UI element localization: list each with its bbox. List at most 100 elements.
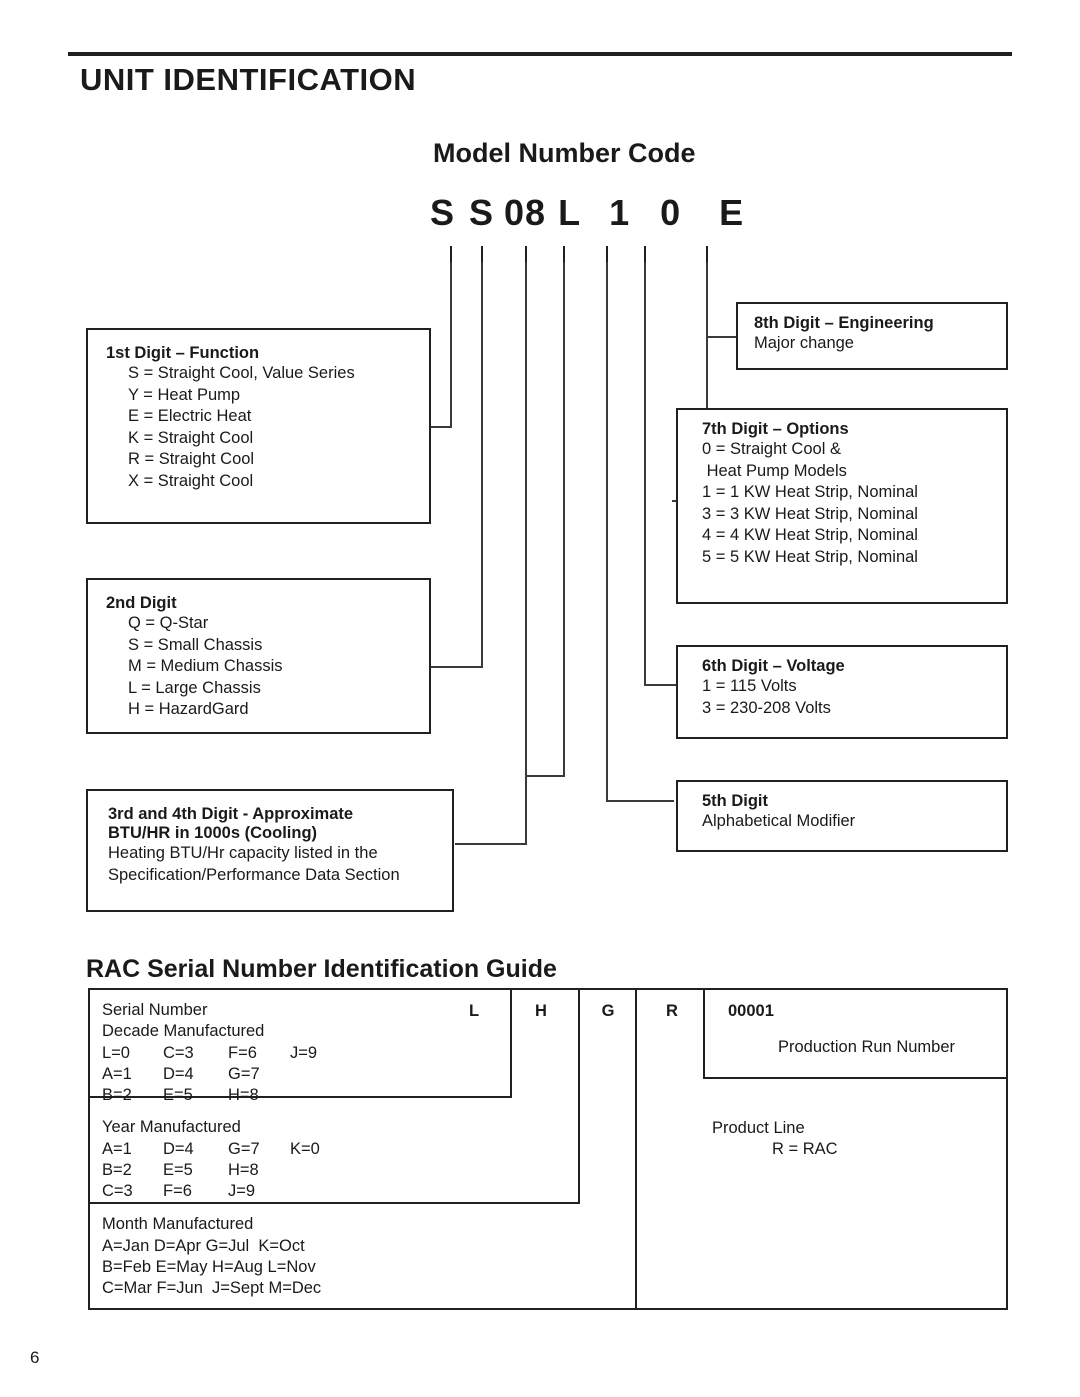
callout-2nd-digit-line-1: Q = Q-Star — [128, 614, 209, 632]
callout-3rd-4th-digit-line-2: Specification/Performance Data Section — [108, 865, 400, 884]
leader-line-digit3-horizontal — [455, 843, 527, 845]
serial-month-row-3: C=Mar F=Jun J=Sept M=Dec — [102, 1279, 322, 1297]
callout-2nd-digit-line-2: S = Small Chassis — [128, 635, 263, 654]
model-code-char-2: S — [469, 192, 495, 233]
serial-year-row-3-col-2: F=6 — [163, 1182, 192, 1200]
callout-5th-digit-line-1: Alphabetical Modifier — [702, 812, 856, 830]
serial-year-row-3-col-1: C=3 — [102, 1182, 133, 1200]
leader-line-digit8-horizontal — [706, 336, 736, 338]
serial-char-H: H — [535, 1002, 547, 1020]
leader-line-digit3-vertical — [525, 262, 527, 845]
serial-run-number: 00001 — [728, 1002, 774, 1020]
callout-1st-digit-line-1: S = Straight Cool, Value Series — [128, 364, 355, 382]
page-title: UNIT IDENTIFICATION — [80, 62, 417, 97]
code-tick-4 — [563, 246, 565, 262]
serial-decade-row-1-col-1: L=0 — [102, 1044, 130, 1062]
page-number: 6 — [30, 1348, 40, 1367]
serial-product-line-label: Product Line — [712, 1119, 805, 1137]
model-number-code-value: S S 08 L 1 0 E — [430, 192, 744, 234]
serial-year-row-1-col-1: A=1 — [102, 1140, 132, 1158]
serial-month-row-1: A=Jan D=Apr G=Jul K=Oct — [102, 1237, 305, 1255]
callout-7th-digit-heading: 7th Digit – Options — [702, 420, 849, 438]
callout-5th-digit: 5th Digit Alphabetical Modifier — [676, 780, 1008, 852]
serial-year-row-2-col-2: E=5 — [163, 1161, 193, 1179]
callout-1st-digit: 1st Digit – Function S = Straight Cool, … — [86, 328, 431, 524]
leader-line-digit1-horizontal — [429, 426, 452, 428]
code-tick-3 — [525, 246, 527, 262]
code-tick-6 — [644, 246, 646, 262]
callout-1st-digit-line-2: Y = Heat Pump — [128, 385, 241, 404]
serial-month-title: Month Manufactured — [102, 1215, 254, 1233]
model-code-char-7: E — [719, 192, 745, 233]
leader-line-digit1-vertical — [450, 262, 452, 428]
leader-line-digit2-vertical — [481, 262, 483, 668]
model-code-char-6: 0 — [660, 192, 682, 233]
callout-2nd-digit: 2nd Digit Q = Q-Star S = Small Chassis M… — [86, 578, 431, 734]
callout-7th-digit-line-3: 1 = 1 KW Heat Strip, Nominal — [702, 483, 918, 502]
callout-3rd-4th-digit: 3rd and 4th Digit - Approximate BTU/HR i… — [86, 789, 454, 912]
callout-7th-digit-line-6: 5 = 5 KW Heat Strip, Nominal — [702, 548, 918, 567]
serial-decade-row-2-col-1: A=1 — [102, 1065, 132, 1083]
callout-2nd-digit-line-3: M = Medium Chassis — [128, 657, 283, 676]
callout-6th-digit-heading: 6th Digit – Voltage — [702, 657, 845, 675]
serial-decade-row-2-col-2: D=4 — [163, 1065, 194, 1083]
model-code-char-4: L — [558, 192, 582, 233]
code-tick-5 — [606, 246, 608, 262]
serial-char-G: G — [601, 1002, 615, 1020]
callout-3rd-4th-digit-heading-line-2: BTU/HR in 1000s (Cooling) — [108, 824, 318, 842]
serial-decade-row-3-col-2: E=5 — [163, 1086, 193, 1104]
model-number-code-title: Model Number Code — [433, 138, 696, 168]
serial-year-row-2-col-1: B=2 — [102, 1161, 132, 1179]
serial-product-line-value: R = RAC — [772, 1140, 838, 1158]
callout-2nd-digit-heading: 2nd Digit — [106, 594, 177, 612]
callout-6th-digit: 6th Digit – Voltage 1 = 115 Volts 3 = 23… — [676, 645, 1008, 739]
callout-8th-digit-heading: 8th Digit – Engineering — [754, 314, 934, 332]
code-tick-2 — [481, 246, 483, 262]
callout-6th-digit-line-2: 3 = 230-208 Volts — [702, 698, 831, 717]
rac-serial-title: RAC Serial Number Identification Guide — [86, 955, 557, 983]
serial-year-row-3-col-3: J=9 — [228, 1182, 256, 1200]
leader-line-digit6-vertical — [644, 262, 646, 686]
serial-run-number-label: Production Run Number — [778, 1038, 956, 1056]
callout-1st-digit-line-3: E = Electric Heat — [128, 407, 252, 426]
callout-7th-digit: 7th Digit – Options 0 = Straight Cool & … — [676, 408, 1008, 604]
callout-5th-digit-heading: 5th Digit — [702, 792, 768, 810]
serial-year-title: Year Manufactured — [102, 1118, 241, 1136]
serial-decade-row-2-col-3: G=7 — [228, 1065, 260, 1083]
header-rule — [68, 52, 1012, 56]
callout-8th-digit-line-1: Major change — [754, 334, 854, 352]
leader-line-digit5-horizontal — [606, 800, 674, 802]
leader-line-digit2-horizontal — [429, 666, 483, 668]
callout-1st-digit-line-6: X = Straight Cool — [128, 472, 254, 491]
model-code-char-5: 1 — [609, 192, 631, 233]
callout-1st-digit-line-5: R = Straight Cool — [128, 450, 255, 469]
serial-decade-row-3-col-1: B=2 — [102, 1086, 132, 1104]
serial-decade-row-3-col-3: H=8 — [228, 1086, 259, 1104]
serial-decade-row-1-col-3: F=6 — [228, 1044, 257, 1062]
callout-2nd-digit-line-4: L = Large Chassis — [128, 678, 261, 697]
serial-year-row-1-col-4: K=0 — [290, 1140, 320, 1158]
serial-year-row-1-col-2: D=4 — [163, 1140, 194, 1158]
callout-1st-digit-heading: 1st Digit – Function — [106, 344, 260, 362]
model-code-char-1: S — [430, 192, 456, 233]
serial-year-row-1-col-3: G=7 — [228, 1140, 260, 1158]
serial-char-L: L — [468, 1002, 480, 1020]
leader-line-digit4-vertical — [563, 262, 565, 777]
serial-decade-row-1-col-2: C=3 — [163, 1044, 194, 1062]
callout-7th-digit-line-2: Heat Pump Models — [702, 461, 847, 480]
callout-2nd-digit-line-5: H = HazardGard — [128, 700, 249, 719]
serial-year-row-2-col-3: H=8 — [228, 1161, 259, 1179]
serial-decade-title: Serial Number — [102, 1001, 208, 1019]
callout-7th-digit-line-5: 4 = 4 KW Heat Strip, Nominal — [702, 526, 918, 545]
serial-char-R: R — [666, 1002, 678, 1020]
model-code-char-3: 08 — [504, 192, 547, 233]
leader-line-digit5-vertical — [606, 262, 608, 802]
callout-3rd-4th-digit-heading-line-1: 3rd and 4th Digit - Approximate — [108, 805, 354, 823]
leader-line-digit6-horizontal — [644, 684, 676, 686]
callout-6th-digit-line-1: 1 = 115 Volts — [702, 677, 797, 695]
code-tick-1 — [450, 246, 452, 262]
serial-decade-row-1-col-4: J=9 — [290, 1044, 318, 1062]
callout-1st-digit-line-4: K = Straight Cool — [128, 428, 254, 447]
callout-7th-digit-line-4: 3 = 3 KW Heat Strip, Nominal — [702, 504, 918, 523]
code-tick-7 — [706, 246, 708, 262]
